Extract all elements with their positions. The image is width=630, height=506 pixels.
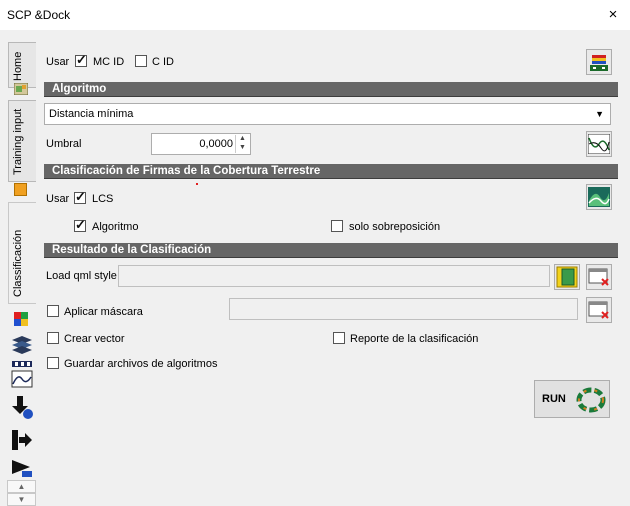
- tab-classification[interactable]: Classificación: [8, 202, 36, 304]
- tab-home[interactable]: Home: [8, 42, 36, 88]
- export-icon[interactable]: [10, 428, 34, 452]
- reset-mask-button[interactable]: [586, 297, 612, 323]
- tab-scroll-down-button[interactable]: ▼: [7, 493, 36, 506]
- algorithm-band-weight-button[interactable]: [586, 131, 612, 157]
- tab-classification-label: Classificación: [12, 229, 24, 297]
- lcs-threshold-icon: [588, 187, 610, 207]
- lcs-threshold-button[interactable]: [586, 184, 612, 210]
- algoritmo-header: Algoritmo: [44, 82, 618, 97]
- home-tab-icon: [13, 82, 29, 96]
- tab-training-input[interactable]: Training input: [8, 100, 36, 182]
- spectral-curve-icon: [588, 134, 610, 154]
- run-label: RUN: [542, 393, 566, 405]
- mask-path-field[interactable]: [229, 298, 578, 320]
- algorithm-select-value: Distancia mínima: [49, 108, 134, 120]
- aplicar-mascara-checkbox[interactable]: [47, 305, 59, 317]
- signature-list-button[interactable]: [586, 49, 612, 75]
- reporte-label: Reporte de la clasificación: [350, 333, 479, 345]
- spin-down-icon[interactable]: ▼: [235, 144, 249, 153]
- run-icon: [576, 387, 606, 413]
- run-button[interactable]: RUN: [534, 380, 610, 418]
- lcs-algoritmo-label: Algoritmo: [92, 221, 139, 233]
- title-bar: [0, 0, 630, 30]
- spectral-plot-icon[interactable]: [10, 359, 34, 389]
- umbral-spinbox[interactable]: 0,0000 ▲ ▼: [151, 133, 251, 155]
- umbral-value: 0,0000: [199, 138, 233, 150]
- reset-qml-button[interactable]: [586, 264, 612, 290]
- training-tab-icon: [14, 183, 27, 196]
- mc-id-label: MC ID: [93, 56, 125, 68]
- umbral-label: Umbral: [46, 138, 82, 150]
- qml-path-field[interactable]: [118, 265, 550, 287]
- guardar-archivos-label: Guardar archivos de algoritmos: [64, 358, 218, 370]
- layers-tool-icon[interactable]: [10, 334, 34, 356]
- load-qml-label: Load qml style: [46, 270, 117, 282]
- vertical-tab-bar: Home Training input Classificación ▲ ▼: [0, 30, 36, 506]
- solo-sobreposicion-checkbox[interactable]: [331, 220, 343, 232]
- red-dot: [196, 183, 198, 185]
- c-id-label: C ID: [152, 56, 174, 68]
- algorithm-select[interactable]: Distancia mínima ▼: [44, 103, 611, 125]
- c-id-checkbox[interactable]: [135, 55, 147, 67]
- tab-scroll-up-button[interactable]: ▲: [7, 480, 36, 493]
- solo-sobreposicion-label: solo sobreposición: [349, 221, 441, 233]
- window-title: SCP &Dock: [7, 8, 71, 22]
- download-icon[interactable]: [10, 394, 34, 420]
- reset-icon: [588, 301, 609, 319]
- tab-training-input-label: Training input: [12, 108, 24, 175]
- crear-vector-checkbox[interactable]: [47, 332, 59, 344]
- tab-home-label: Home: [12, 51, 24, 81]
- run-script-icon[interactable]: [10, 458, 34, 478]
- mc-id-checkbox[interactable]: [75, 52, 87, 68]
- usar-label: Usar: [46, 56, 70, 68]
- lcs-usar-label: Usar: [46, 193, 70, 205]
- qml-style-icon: [556, 266, 578, 288]
- guardar-archivos-checkbox[interactable]: [47, 357, 59, 369]
- lcs-header: Clasificación de Firmas de la Cobertura …: [44, 164, 618, 179]
- lcs-algoritmo-checkbox[interactable]: [74, 217, 86, 233]
- chevron-down-icon: ▼: [595, 109, 604, 119]
- open-qml-button[interactable]: [554, 264, 580, 290]
- reporte-checkbox[interactable]: [333, 332, 345, 344]
- close-button[interactable]: ×: [603, 4, 623, 26]
- crear-vector-label: Crear vector: [64, 333, 125, 345]
- resultado-header: Resultado de la Clasificación: [44, 243, 618, 258]
- lcs-checkbox[interactable]: [74, 189, 86, 205]
- spin-up-icon[interactable]: ▲: [235, 135, 249, 144]
- reset-icon: [588, 268, 609, 286]
- classification-tab-icon: [14, 312, 28, 326]
- lcs-label: LCS: [92, 193, 114, 205]
- aplicar-mascara-label: Aplicar máscara: [64, 306, 143, 318]
- signature-list-icon: [590, 55, 608, 71]
